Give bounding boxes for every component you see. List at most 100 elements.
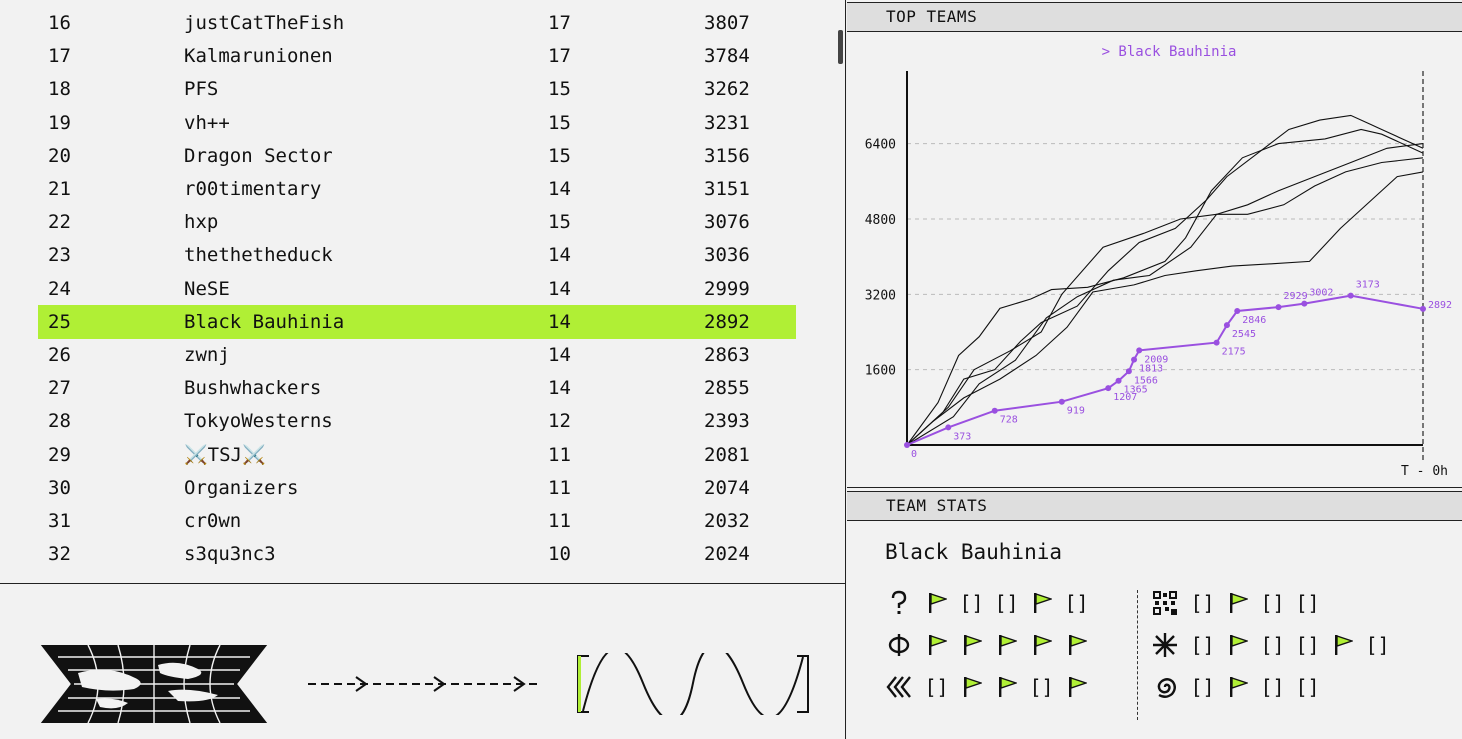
rank-cell: 24 — [48, 277, 71, 300]
solved-flag-icon[interactable] — [1220, 589, 1255, 617]
score-cell: 2081 — [704, 443, 750, 466]
rank-cell: 19 — [48, 111, 71, 134]
data-point — [945, 424, 952, 431]
asterisk-icon — [1151, 631, 1179, 659]
unsolved-challenge[interactable]: [] — [1290, 673, 1325, 701]
rank-cell: 29 — [48, 443, 71, 466]
unsolved-challenge[interactable]: [] — [954, 589, 989, 617]
unsolved-challenge[interactable]: [] — [989, 589, 1024, 617]
team-name-cell: Kalmarunionen — [184, 45, 333, 68]
rank-cell: 31 — [48, 510, 71, 532]
solves-cell: 14 — [548, 244, 571, 267]
series-line-black-bauhinia — [906, 294, 1424, 446]
table-row[interactable]: 23 thethetheduck 14 3036 — [38, 238, 796, 272]
solves-cell: 14 — [548, 377, 571, 400]
y-tick-label: 4800 — [865, 213, 896, 228]
team-name-cell: cr0wn — [184, 510, 242, 532]
rank-cell: 32 — [48, 543, 71, 566]
table-row[interactable]: 18 PFS 15 3262 — [38, 72, 796, 106]
table-row[interactable]: 22 hxp 15 3076 — [38, 205, 796, 239]
data-label: 2929 — [1284, 291, 1308, 302]
solved-flag-icon[interactable] — [989, 631, 1024, 659]
rank-cell: 28 — [48, 410, 71, 433]
question-icon — [885, 589, 913, 617]
series-line-5 — [906, 171, 1424, 446]
solved-flag-icon[interactable] — [1024, 631, 1059, 659]
unsolved-challenge[interactable]: [] — [1290, 589, 1325, 617]
team-stats-header: TEAM STATS — [847, 491, 1462, 521]
team-name-cell: NeSE — [184, 277, 230, 300]
table-row[interactable]: 28 TokyoWesterns 12 2393 — [38, 404, 796, 438]
table-row[interactable]: 31 cr0wn 11 2032 — [38, 504, 796, 538]
solved-flag-icon[interactable] — [989, 673, 1024, 701]
solved-flag-icon[interactable] — [1059, 673, 1094, 701]
solves-cell: 14 — [548, 178, 571, 200]
unsolved-challenge[interactable]: [] — [1185, 673, 1220, 701]
solved-flag-icon[interactable] — [1325, 631, 1360, 659]
score-cell: 2863 — [704, 344, 750, 366]
data-point — [1131, 356, 1138, 363]
unsolved-challenge[interactable]: [] — [919, 673, 954, 701]
solves-cell: 17 — [548, 45, 571, 68]
team-name-cell: thethetheduck — [184, 244, 333, 267]
table-row[interactable]: 24 NeSE 14 2999 — [38, 272, 796, 306]
unsolved-challenge[interactable]: [] — [1024, 673, 1059, 701]
score-cell: 3784 — [704, 45, 750, 68]
score-cell: 2855 — [704, 377, 750, 400]
arrow-dashed-icon — [308, 676, 538, 692]
solved-flag-icon[interactable] — [919, 631, 954, 659]
x-axis-label: T - 0h — [1401, 464, 1448, 479]
solved-flag-icon[interactable] — [954, 673, 989, 701]
score-cell: 3151 — [704, 178, 750, 200]
unsolved-challenge[interactable]: [] — [1255, 673, 1290, 701]
data-label: 3002 — [1309, 288, 1333, 299]
unsolved-challenge[interactable]: [] — [1255, 589, 1290, 617]
data-label: 2545 — [1232, 329, 1256, 340]
unsolved-challenge[interactable]: [] — [1255, 631, 1290, 659]
table-row[interactable]: 17 Kalmarunionen 17 3784 — [38, 39, 796, 73]
chart-legend: > Black Bauhinia — [1102, 44, 1237, 60]
rank-cell: 22 — [48, 211, 71, 234]
score-cell: 2999 — [704, 277, 750, 300]
unsolved-challenge[interactable]: [] — [1360, 631, 1395, 659]
solved-flag-icon[interactable] — [1059, 631, 1094, 659]
solved-flag-icon[interactable] — [1220, 631, 1255, 659]
team-name-cell: Dragon Sector — [184, 144, 333, 167]
data-point — [991, 407, 998, 414]
table-row[interactable]: 29 ⚔️TSJ⚔️ 11 2081 — [38, 438, 796, 472]
table-row-selected[interactable]: 25 Black Bauhinia 14 2892 — [38, 304, 796, 339]
score-cell: 3807 — [704, 12, 750, 34]
table-row[interactable]: 30 Organizers 11 2074 — [38, 471, 796, 505]
unsolved-challenge[interactable]: [] — [1059, 589, 1094, 617]
data-point — [1125, 368, 1132, 375]
solved-flag-icon[interactable] — [954, 631, 989, 659]
sine-wave-icon — [577, 653, 809, 715]
solves-cell: 14 — [548, 310, 571, 333]
table-row[interactable]: 20 Dragon Sector 15 3156 — [38, 139, 796, 173]
table-row[interactable]: 21 r00timentary 14 3151 — [38, 172, 796, 206]
score-cell: 2074 — [704, 476, 750, 499]
solves-cell: 15 — [548, 111, 571, 134]
scrollbar-thumb[interactable] — [838, 30, 843, 64]
team-name-cell: ⚔️TSJ⚔️ — [184, 443, 266, 466]
team-name-cell: Black Bauhinia — [184, 310, 345, 333]
scoreboard[interactable]: 16 justCatTheFish 17 3807 17 Kalmarunionen 17 3… — [0, 0, 846, 584]
team-name-cell: Organizers — [184, 476, 299, 499]
table-row[interactable]: 16 justCatTheFish 17 3807 — [38, 6, 796, 40]
top-teams-header: TOP TEAMS — [847, 2, 1462, 32]
table-row[interactable]: 32 s3qu3nc3 10 2024 — [38, 537, 796, 571]
rank-cell: 27 — [48, 377, 71, 400]
unsolved-challenge[interactable]: [] — [1185, 631, 1220, 659]
category-row: [][][][] — [1151, 630, 1395, 660]
table-row[interactable]: 26 zwnj 14 2863 — [38, 338, 796, 372]
data-point — [1234, 307, 1241, 314]
table-row[interactable]: 27 Bushwhackers 14 2855 — [38, 371, 796, 405]
data-label: 728 — [1000, 415, 1018, 426]
unsolved-challenge[interactable]: [] — [1290, 631, 1325, 659]
table-row[interactable]: 19 vh++ 15 3231 — [38, 106, 796, 140]
solved-flag-icon[interactable] — [1220, 673, 1255, 701]
solved-flag-icon[interactable] — [1024, 589, 1059, 617]
rank-cell: 17 — [48, 45, 71, 68]
unsolved-challenge[interactable]: [] — [1185, 589, 1220, 617]
solved-flag-icon[interactable] — [919, 589, 954, 617]
